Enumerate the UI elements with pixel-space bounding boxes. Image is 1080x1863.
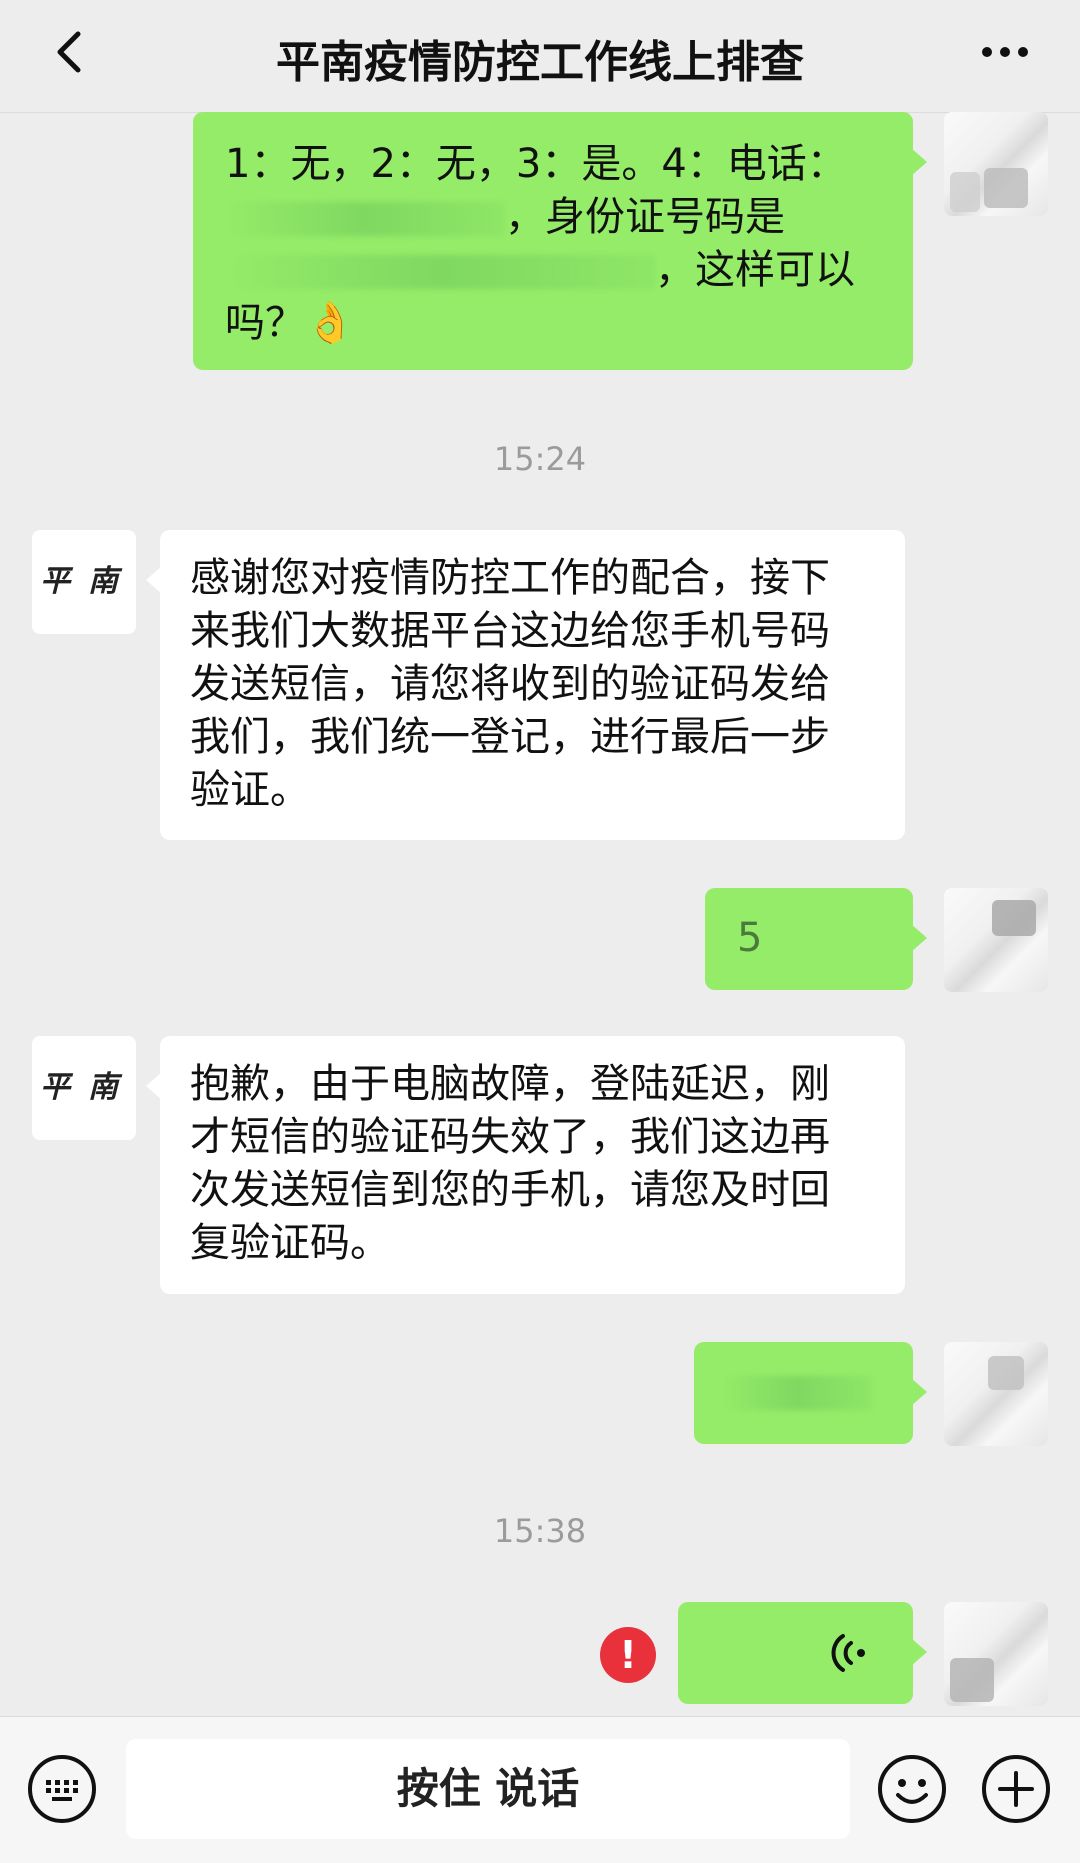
chevron-left-icon xyxy=(57,31,81,73)
avatar-label: 平南 xyxy=(40,1070,136,1105)
more-functions-button[interactable] xyxy=(980,1753,1052,1825)
self-avatar[interactable] xyxy=(944,888,1048,992)
message-line: 验证。 xyxy=(190,767,310,813)
message-bubble-self[interactable] xyxy=(694,1342,927,1444)
self-avatar[interactable] xyxy=(944,1342,1048,1446)
more-button[interactable] xyxy=(970,22,1040,82)
message-line: 吗？👌 xyxy=(225,300,355,346)
message-bubble-self[interactable]: 1：无，2：无，3：是。4：电话： ，身份证号码是 ，这样可以 吗？👌 xyxy=(193,112,927,370)
message-line: 次发送短信到您的手机，请您及时回 xyxy=(190,1167,830,1213)
emoji-button[interactable] xyxy=(876,1753,948,1825)
keyboard-toggle-button[interactable] xyxy=(26,1753,98,1825)
redacted-phone xyxy=(225,202,505,236)
timestamp: 15:38 xyxy=(493,1512,587,1550)
chat-header: 平南疫情防控工作线上排查 xyxy=(0,0,1080,113)
hold-to-talk-button[interactable]: 按住 说话 xyxy=(126,1739,850,1839)
message-line: 来我们大数据平台这边给您手机号码 xyxy=(190,608,830,654)
message-bubble-other[interactable]: 感谢您对疫情防控工作的配合，接下 来我们大数据平台这边给您手机号码 发送短信，请… xyxy=(146,530,905,840)
voice-wave-icon xyxy=(831,1634,865,1672)
contact-avatar[interactable]: 平南 xyxy=(32,530,136,634)
input-bar: 按住 说话 xyxy=(0,1716,1080,1863)
timestamp: 15:24 xyxy=(493,440,587,478)
avatar-label: 平南 xyxy=(40,564,136,599)
message-line: 才短信的验证码失效了，我们这边再 xyxy=(190,1114,830,1160)
message-line: 1：无，2：无，3：是。4：电话： xyxy=(225,141,847,187)
message-line: 发送短信，请您将收到的验证码发给 xyxy=(190,661,830,707)
redacted-code xyxy=(722,1376,872,1410)
message-bubble-self[interactable]: 5 xyxy=(705,888,927,990)
self-avatar[interactable] xyxy=(944,112,1048,216)
message-line: 感谢您对疫情防控工作的配合，接下 xyxy=(190,555,830,601)
error-icon[interactable]: ! xyxy=(600,1627,656,1683)
back-button[interactable] xyxy=(40,22,100,82)
redacted-id xyxy=(225,255,655,289)
message-bubble-other[interactable]: 抱歉，由于电脑故障，登陆延迟，刚 才短信的验证码失效了，我们这边再 次发送短信到… xyxy=(146,1036,905,1294)
message-line: 复验证码。 xyxy=(190,1220,390,1266)
message-text: 5 xyxy=(737,915,763,961)
message-line: ，身份证号码是 xyxy=(505,194,785,240)
more-horizontal-icon xyxy=(982,47,1028,57)
keyboard-icon xyxy=(28,1755,96,1823)
message-line: 抱歉，由于电脑故障，登陆延迟，刚 xyxy=(190,1061,830,1107)
voice-message-bubble[interactable] xyxy=(678,1602,927,1704)
contact-avatar[interactable]: 平南 xyxy=(32,1036,136,1140)
plus-icon xyxy=(982,1755,1050,1823)
emoji-icon xyxy=(878,1755,946,1823)
message-line: ，这样可以 xyxy=(655,247,855,293)
self-avatar[interactable] xyxy=(944,1602,1048,1706)
message-line: 我们，我们统一登记，进行最后一步 xyxy=(190,714,830,760)
chat-title: 平南疫情防控工作线上排查 xyxy=(276,37,804,88)
